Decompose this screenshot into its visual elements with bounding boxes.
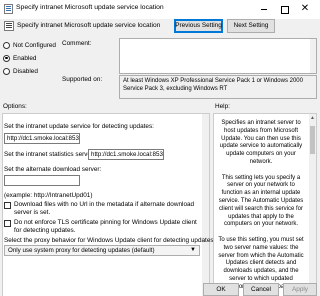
comment-label: Comment:: [62, 40, 92, 47]
help-paragraph: This setting lets you specify a server o…: [218, 174, 304, 228]
scroll-up-icon[interactable]: ▲: [309, 114, 316, 122]
radio-not-configured[interactable]: Not Configured: [3, 40, 56, 50]
next-setting-button[interactable]: Next Setting: [227, 19, 275, 33]
cancel-button[interactable]: Cancel: [243, 283, 279, 296]
radio-button[interactable]: [3, 67, 10, 75]
comment-textarea[interactable]: [119, 38, 317, 74]
checkbox[interactable]: [4, 201, 11, 209]
checkbox[interactable]: [4, 219, 11, 227]
statistics-server-input[interactable]: http://dc1.smoke.local:8530: [88, 149, 164, 160]
detect-server-label: Set the intranet update service for dete…: [4, 123, 154, 130]
supported-on-text: At least Windows XP Professional Service…: [119, 75, 317, 99]
detect-server-input[interactable]: http://dc1.smoke.local:8530: [4, 133, 80, 144]
help-paragraph: Specifies an intranet server to host upd…: [219, 120, 303, 165]
chevron-down-icon: ▼: [190, 247, 196, 253]
radio-button[interactable]: [3, 54, 10, 62]
maximize-icon[interactable]: [279, 4, 289, 14]
help-heading: Help:: [215, 103, 230, 110]
comment-scrollbar[interactable]: [310, 39, 316, 73]
supported-on-label: Supported on:: [62, 76, 103, 83]
statistics-server-label: Set the intranet statistics server:: [4, 151, 95, 158]
ok-button[interactable]: OK: [203, 283, 239, 296]
radio-label: Disabled: [13, 67, 38, 75]
proxy-behavior-select[interactable]: Only use system proxy for detecting upda…: [4, 245, 200, 256]
alternate-download-label: Set the alternate download server:: [4, 166, 102, 173]
previous-setting-button[interactable]: Previous Setting: [174, 19, 223, 33]
minimize-icon[interactable]: [259, 4, 269, 14]
radio-disabled[interactable]: Disabled: [3, 66, 38, 76]
help-text: Specifies an intranet server to host upd…: [216, 120, 306, 296]
window-title: Specify intranet Microsoft update servic…: [16, 4, 164, 11]
proxy-selected-value: Only use system proxy for detecting upda…: [8, 247, 155, 254]
policy-icon: [4, 4, 13, 14]
checkbox-label: Do not enforce TLS certificate pinning f…: [14, 219, 197, 234]
tls-pinning-option[interactable]: Do not enforce TLS certificate pinning f…: [4, 219, 204, 235]
radio-enabled[interactable]: Enabled: [3, 53, 36, 63]
options-heading: Options:: [3, 103, 27, 110]
help-scroll-thumb[interactable]: [310, 126, 315, 154]
alternate-download-input[interactable]: [4, 175, 80, 186]
radio-label: Enabled: [13, 54, 37, 62]
proxy-behavior-label: Select the proxy behavior for Windows Up…: [4, 237, 216, 244]
setting-icon: [4, 21, 14, 31]
setting-name: Specify intranet Microsoft update servic…: [17, 22, 161, 29]
radio-label: Not Configured: [13, 41, 56, 49]
apply-button[interactable]: Apply: [283, 283, 317, 296]
close-icon[interactable]: ✕: [299, 3, 311, 15]
example-text: (example: http://IntranetUpd01): [4, 192, 93, 199]
checkbox-label: Download files with no Url in the metada…: [14, 201, 195, 216]
radio-button[interactable]: [3, 41, 10, 49]
download-no-url-option[interactable]: Download files with no Url in the metada…: [4, 201, 204, 217]
